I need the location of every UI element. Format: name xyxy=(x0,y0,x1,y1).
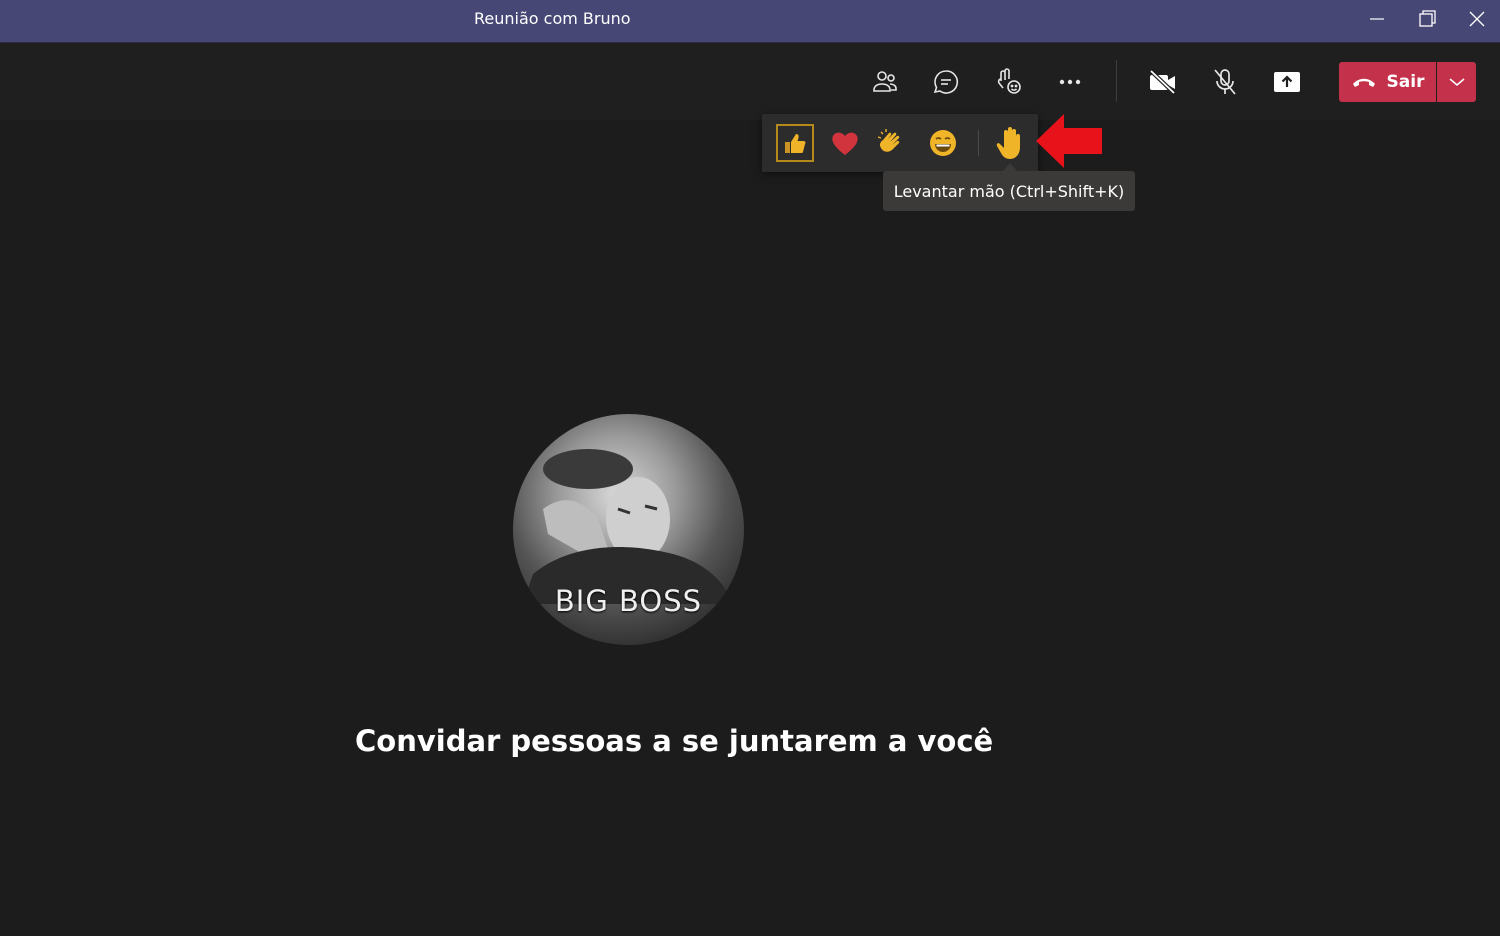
camera-toggle-button[interactable] xyxy=(1143,62,1183,102)
raise-hand-tooltip: Levantar mão (Ctrl+Shift+K) xyxy=(883,171,1135,211)
more-options-button[interactable] xyxy=(1050,62,1090,102)
reaction-laughing-face[interactable] xyxy=(924,124,962,162)
annotation-arrow-icon xyxy=(1036,114,1102,168)
minimize-icon xyxy=(1370,18,1384,20)
reaction-heart[interactable] xyxy=(826,124,864,162)
user-avatar: BIG BOSS xyxy=(513,414,744,645)
title-bar: Reunião com Bruno xyxy=(0,0,1500,43)
meeting-toolbar: Sair xyxy=(0,43,1500,120)
mic-off-icon xyxy=(1214,69,1236,95)
chevron-down-icon xyxy=(1448,78,1465,87)
hang-up-icon xyxy=(1352,78,1375,87)
more-options-icon xyxy=(1059,79,1081,85)
raised-hand-icon xyxy=(996,127,1020,159)
mic-toggle-button[interactable] xyxy=(1205,62,1245,102)
share-screen-icon xyxy=(1274,72,1300,92)
minimize-button[interactable] xyxy=(1352,0,1402,38)
leave-options-button[interactable] xyxy=(1437,62,1476,102)
share-screen-button[interactable] xyxy=(1267,62,1307,102)
restore-button[interactable] xyxy=(1402,0,1452,38)
reactions-icon xyxy=(997,68,1021,94)
participants-icon xyxy=(873,71,897,92)
reaction-thumbs-up[interactable] xyxy=(776,124,814,162)
laughing-face-icon xyxy=(930,130,956,156)
camera-off-icon xyxy=(1149,69,1176,95)
chat-icon xyxy=(933,70,959,94)
participants-button[interactable] xyxy=(865,62,905,102)
reaction-clapping-hands[interactable] xyxy=(874,124,912,162)
close-icon xyxy=(1469,11,1485,27)
chat-button[interactable] xyxy=(926,62,966,102)
restore-icon xyxy=(1419,10,1436,27)
close-button[interactable] xyxy=(1452,0,1500,38)
raise-hand-button[interactable] xyxy=(991,124,1029,162)
leave-label: Sair xyxy=(1386,72,1425,92)
meeting-stage xyxy=(0,120,1500,936)
invite-people-link[interactable]: Convidar pessoas a se juntarem a você xyxy=(355,724,993,758)
reactions-flyout xyxy=(762,114,1038,172)
heart-icon xyxy=(832,132,858,155)
thumbs-up-icon xyxy=(785,134,806,153)
avatar-caption: BIG BOSS xyxy=(554,584,703,618)
toolbar-divider xyxy=(1116,60,1117,102)
tooltip-arrow xyxy=(1003,163,1017,171)
leave-button[interactable]: Sair xyxy=(1339,62,1436,102)
reactions-button[interactable] xyxy=(988,62,1028,102)
window-title: Reunião com Bruno xyxy=(474,9,631,28)
clapping-hands-icon xyxy=(877,129,900,152)
reactions-divider xyxy=(978,130,979,156)
